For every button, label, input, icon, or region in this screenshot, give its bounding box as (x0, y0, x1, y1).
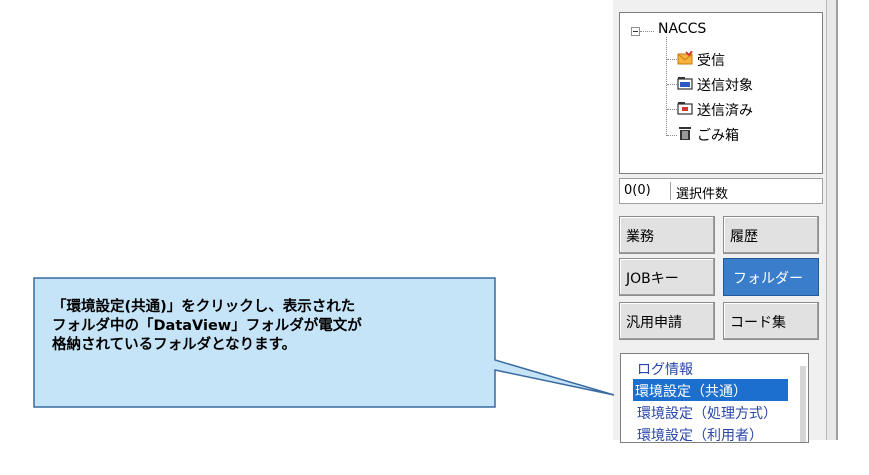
callout-line: 格納されているフォルダとなります。 (52, 337, 297, 353)
callout-bubble (33, 277, 615, 408)
callout-text: 「環境設定(共通)」をクリックし、表示された フォルダ中の「DataView」フ… (52, 298, 492, 355)
callout-line: 「環境設定(共通)」をクリックし、表示された (52, 299, 356, 315)
callout-line: フォルダ中の「DataView」フォルダが電文が (52, 318, 362, 334)
